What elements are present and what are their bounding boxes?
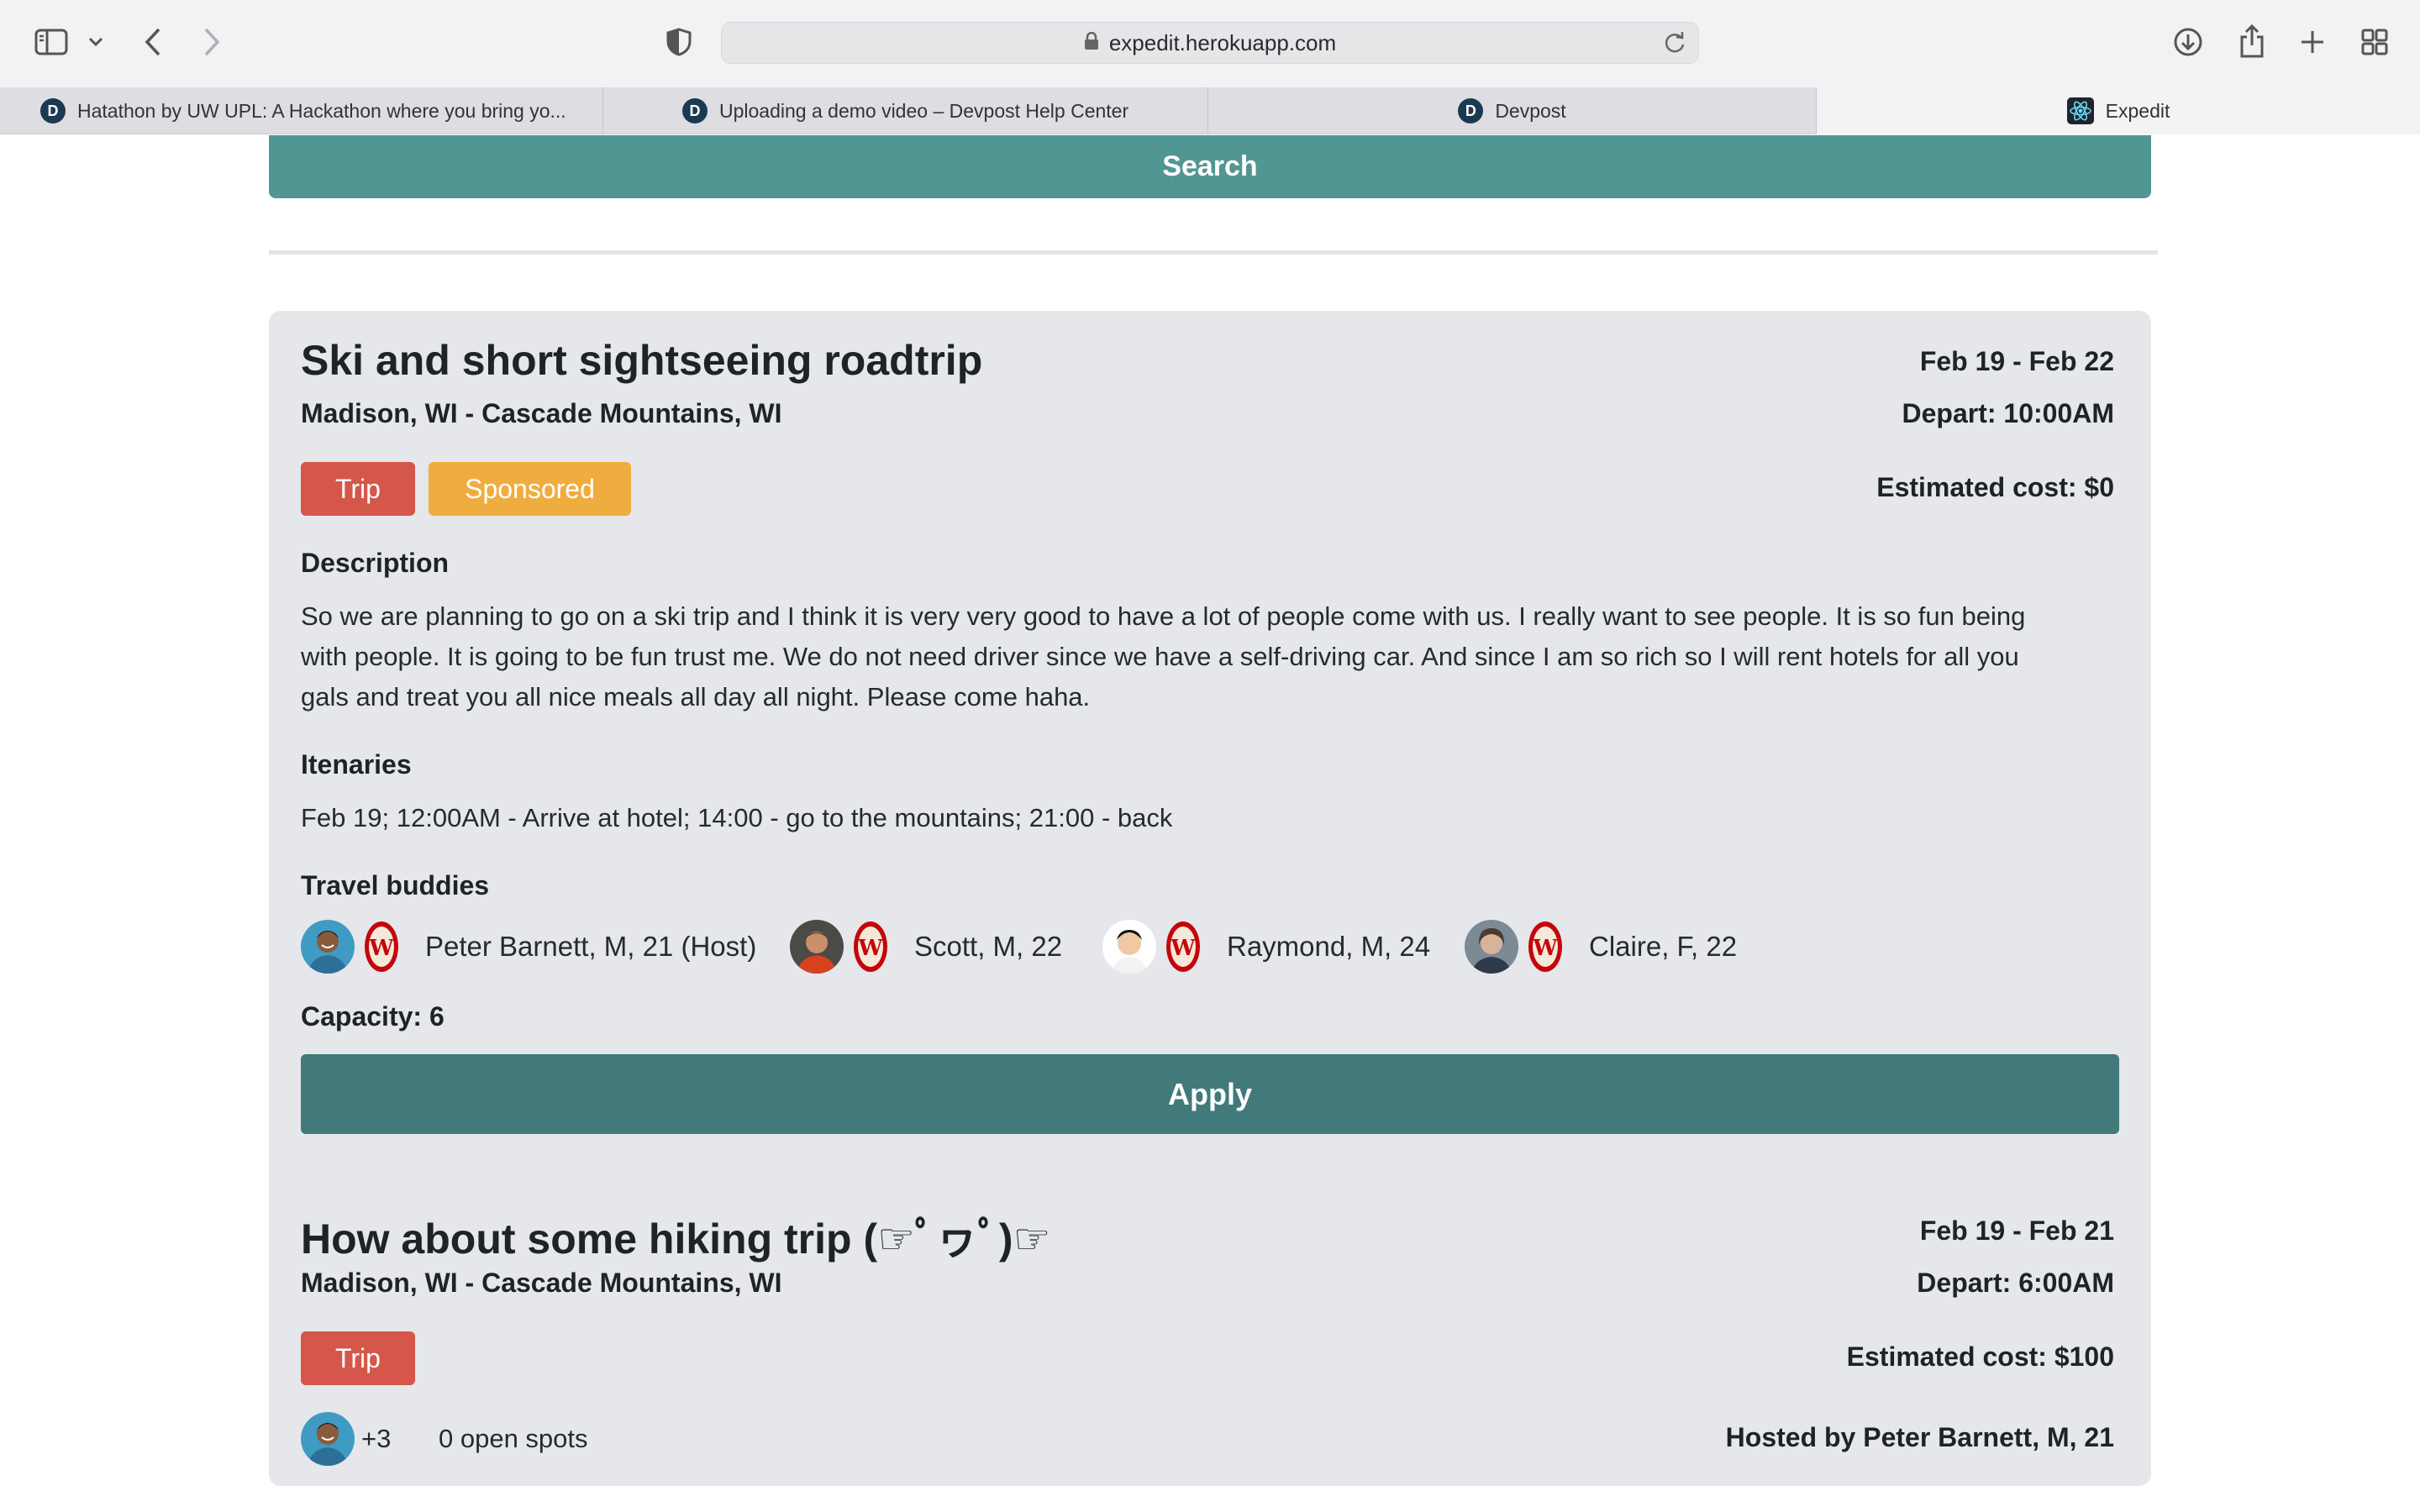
svg-text:W: W: [368, 936, 394, 961]
download-icon[interactable]: [2171, 25, 2205, 59]
trip-cost: Estimated cost: $100: [1846, 1341, 2114, 1372]
react-icon: [2066, 97, 2094, 124]
avatar[interactable]: [301, 1412, 355, 1466]
trip-depart: Depart: 6:00AM: [1917, 1268, 2114, 1298]
description-line: with people. It is going to be fun trust…: [301, 642, 2019, 671]
trip-depart: Depart: 10:00AM: [1902, 398, 2114, 428]
apply-button[interactable]: Apply: [301, 1054, 2119, 1134]
back-icon[interactable]: [139, 25, 166, 59]
devpost-favicon-icon: D: [682, 98, 708, 123]
tab-uploading-demo[interactable]: D Uploading a demo video – Devpost Help …: [603, 87, 1208, 134]
trip-route: Madison, WI - Cascade Mountains, WI: [301, 1268, 782, 1298]
avatar[interactable]: [301, 920, 355, 974]
page-content: Search Ski and short sightseeing roadtri…: [0, 135, 2420, 1512]
description-heading: Description: [301, 548, 450, 578]
reload-icon[interactable]: [1663, 31, 1686, 59]
divider: [269, 250, 2158, 255]
share-icon[interactable]: [2235, 22, 2269, 60]
trip-title: How about some hiking trip (☞ﾟヮﾟ)☞: [301, 1215, 1051, 1263]
new-tab-icon[interactable]: [2296, 25, 2329, 59]
avatar[interactable]: [1102, 920, 1156, 974]
chevron-down-icon[interactable]: [86, 32, 106, 52]
buddy-name: Peter Barnett, M, 21 (Host): [425, 931, 757, 962]
uw-crest-icon: W: [363, 920, 400, 974]
trip-card: How about some hiking trip (☞ﾟヮﾟ)☞ Madis…: [269, 1180, 2151, 1486]
avatar[interactable]: [1465, 920, 1518, 974]
itinerary-heading: Itenaries: [301, 749, 412, 780]
trip-tag: Trip: [301, 1331, 415, 1385]
tab-overview-icon[interactable]: [2358, 25, 2391, 59]
description-line: gals and treat you all nice meals all da…: [301, 682, 1091, 711]
buddy-name: Scott, M, 22: [914, 931, 1063, 962]
trip-dates: Feb 19 - Feb 21: [1919, 1215, 2114, 1246]
devpost-favicon-icon: D: [1458, 98, 1484, 123]
capacity-text: Capacity: 6: [301, 1001, 445, 1032]
uw-crest-icon: W: [1165, 920, 1202, 974]
sidebar-toggle-icon[interactable]: [32, 25, 71, 59]
itinerary-text: Feb 19; 12:00AM - Arrive at hotel; 14:00…: [301, 803, 1173, 832]
url-text: expedit.herokuapp.com: [1108, 29, 1337, 55]
tab-hatathon[interactable]: D Hatathon by UW UPL: A Hackathon where …: [0, 87, 603, 134]
buddy-name: Raymond, M, 24: [1227, 931, 1431, 962]
description-line: So we are planning to go on a ski trip a…: [301, 601, 2026, 631]
tab-strip: D Hatathon by UW UPL: A Hackathon where …: [0, 87, 2420, 134]
tab-expedit[interactable]: Expedit: [1817, 87, 2420, 134]
trip-card: Ski and short sightseeing roadtrip Madis…: [269, 311, 2151, 1288]
forward-icon[interactable]: [198, 25, 225, 59]
tab-label: Uploading a demo video – Devpost Help Ce…: [719, 99, 1129, 122]
lock-icon: [1084, 31, 1099, 55]
svg-text:W: W: [1170, 936, 1196, 961]
trip-cost: Estimated cost: $0: [1876, 472, 2114, 502]
open-spots: 0 open spots: [439, 1424, 588, 1453]
uw-crest-icon: W: [1527, 920, 1564, 974]
host-text: Hosted by Peter Barnett, M, 21: [1725, 1422, 2114, 1452]
tab-devpost[interactable]: D Devpost: [1208, 87, 1817, 134]
buddies-heading: Travel buddies: [301, 870, 490, 900]
trip-dates: Feb 19 - Feb 22: [1919, 346, 2114, 376]
svg-text:W: W: [1532, 936, 1558, 961]
sponsored-tag: Sponsored: [429, 462, 631, 516]
trip-title: Ski and short sightseeing roadtrip: [301, 337, 983, 384]
trip-description: So we are planning to go on a ski trip a…: [301, 596, 2116, 717]
avatar[interactable]: [790, 920, 844, 974]
browser-toolbar: expedit.herokuapp.com: [0, 0, 2420, 87]
privacy-shield-icon[interactable]: [664, 25, 694, 59]
devpost-favicon-icon: D: [40, 98, 66, 123]
tab-label: Devpost: [1495, 99, 1566, 122]
tab-label: Expedit: [2105, 99, 2170, 122]
address-bar[interactable]: expedit.herokuapp.com: [721, 22, 1699, 64]
svg-text:W: W: [857, 936, 883, 961]
tab-label: Hatathon by UW UPL: A Hackathon where yo…: [77, 99, 566, 122]
trip-route: Madison, WI - Cascade Mountains, WI: [301, 398, 782, 428]
uw-crest-icon: W: [852, 920, 889, 974]
trip-tag: Trip: [301, 462, 415, 516]
buddy-name: Claire, F, 22: [1589, 931, 1738, 962]
search-button[interactable]: Search: [269, 135, 2151, 198]
extra-buddies-count: +3: [361, 1424, 392, 1453]
